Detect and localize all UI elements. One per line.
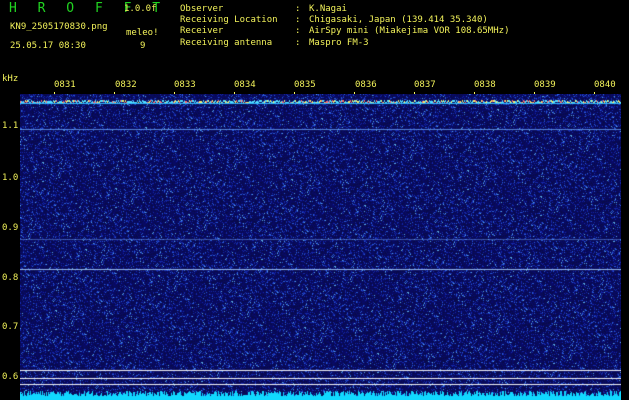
- info-row-antenna: Receiving antenna: Maspro FM-3: [180, 37, 369, 48]
- spectrogram-canvas: [20, 94, 621, 400]
- version-label: 1.0.0f: [124, 4, 157, 14]
- observation-info: Observer: K.Nagai Receiving Location: Chig…: [180, 4, 509, 49]
- x-tick-label: 0834: [234, 80, 256, 90]
- y-tick-label: 0.9: [2, 223, 19, 233]
- datetime-label: 25.05.17 08:30: [10, 41, 86, 51]
- x-tick-label: 0835: [294, 80, 316, 90]
- y-tick-label: 0.7: [2, 322, 19, 332]
- info-row-receiver: Receiver: AirSpy mini (Miakejima VOR 108.…: [180, 26, 510, 37]
- info-row-observer: Observer: K.Nagai: [180, 4, 347, 14]
- meleo-count: 9: [140, 41, 146, 51]
- x-tick-label: 0840: [594, 80, 616, 90]
- info-row-location: Receiving Location: Chigasaki, Japan (139…: [180, 15, 488, 26]
- x-tick-label: 0838: [474, 80, 496, 90]
- x-tick-label: 0832: [115, 80, 137, 90]
- header-panel: H R O F F T 1.0.0f KN9_2505170830.png me…: [0, 0, 629, 74]
- y-tick-label: 0.6: [2, 372, 19, 382]
- x-tick-label: 0833: [174, 80, 196, 90]
- meleo-label: meleo!: [126, 28, 159, 38]
- x-tick-label: 0839: [534, 80, 556, 90]
- y-tick-label: 0.8: [2, 273, 19, 283]
- x-tick-label: 0836: [355, 80, 377, 90]
- filename-label: KN9_2505170830.png: [10, 22, 108, 32]
- unit-label: kHz: [2, 74, 19, 84]
- x-tick-label: 0831: [54, 80, 76, 90]
- x-tick-label: 0837: [414, 80, 436, 90]
- y-tick-label: 1.0: [2, 173, 19, 183]
- y-tick-label: 1.1: [2, 121, 19, 131]
